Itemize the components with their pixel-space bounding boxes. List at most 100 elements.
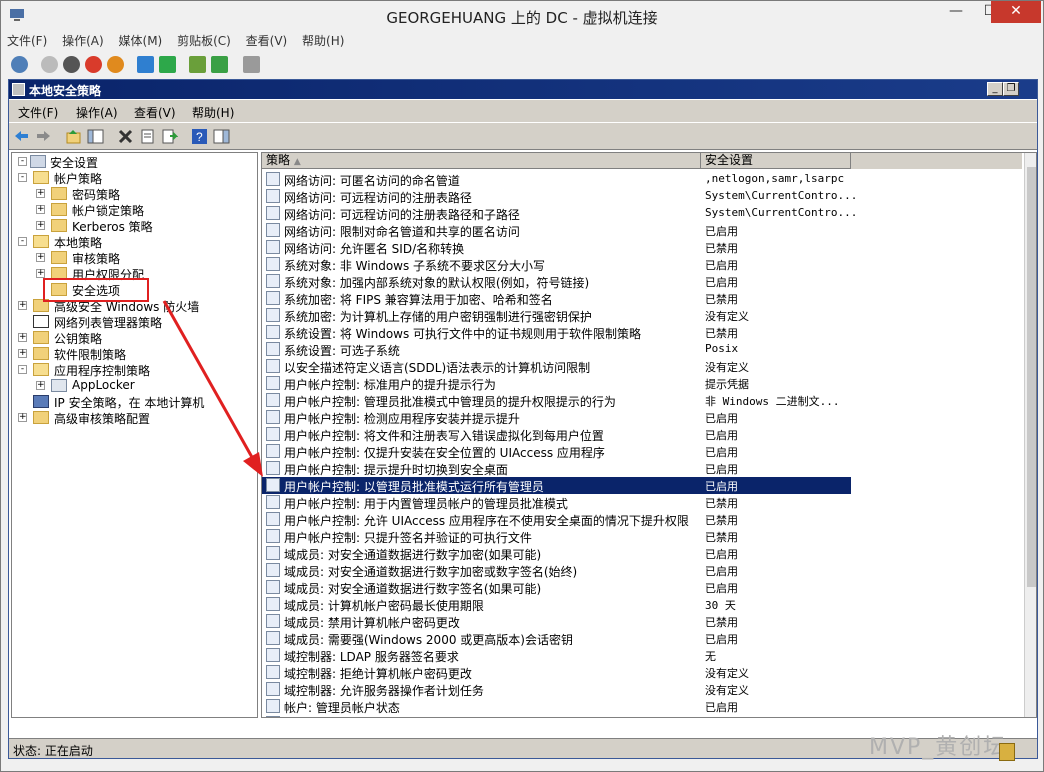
policy-row[interactable]: 网络访问: 可远程访问的注册表路径和子路径 System\CurrentContr… [262,205,857,222]
expand-icon[interactable]: + [36,269,45,278]
expand-icon[interactable]: + [36,381,45,390]
collapse-icon[interactable]: - [18,173,27,182]
policy-row[interactable]: 帐户: 管理员帐户状态 已启用 [262,698,851,715]
policy-setting-value: 已启用 [705,480,738,493]
policy-row[interactable]: 域成员: 计算机帐户密码最长使用期限 30 天 [262,596,851,613]
policy-row[interactable]: 域成员: 禁用计算机帐户密码更改 已禁用 [262,613,851,630]
vm-window: GEORGEHUANG 上的 DC - 虚拟机连接 — ☐ ✕ 文件(F) 操作… [0,0,1044,772]
policy-row[interactable]: 域成员: 对安全通道数据进行数字加密(如果可能) 已启用 [262,545,851,562]
expand-icon[interactable]: + [36,253,45,262]
revert-icon[interactable] [211,56,228,73]
policy-row[interactable]: 系统对象: 加强内部系统对象的默认权限(例如，符号链接) 已启用 [262,273,851,290]
reset-icon[interactable] [107,56,124,73]
expand-icon[interactable]: + [36,189,45,198]
show-hide-action-pane-icon[interactable] [213,128,230,145]
properties-icon[interactable] [139,128,156,145]
expand-icon[interactable]: + [18,413,27,422]
policy-row[interactable]: 以安全描述符定义语言(SDDL)语法表示的计算机访问限制 没有定义 [262,358,851,375]
vm-menu-view[interactable]: 查看(V) [246,32,288,49]
column-header-setting[interactable]: 安全设置 [701,153,851,169]
policy-row[interactable]: 网络访问: 允许匿名 SID/名称转换 已禁用 [262,239,851,256]
policy-setting-value: 已启用 [705,429,738,442]
ctrl-alt-del-icon[interactable] [11,56,28,73]
expand-icon[interactable]: + [18,333,27,342]
enhanced-session-icon[interactable] [243,56,260,73]
vm-menu-file[interactable]: 文件(F) [7,32,47,49]
policy-row[interactable]: 域成员: 对安全通道数据进行数字签名(如果可能) 已启用 [262,579,851,596]
vm-menu-media[interactable]: 媒体(M) [119,32,163,49]
policy-setting-value: 已启用 [705,259,738,272]
show-hide-tree-icon[interactable] [87,128,104,145]
policy-row[interactable]: 系统对象: 非 Windows 子系统不要求区分大小写 已启用 [262,256,851,273]
policy-row[interactable]: 用户帐户控制: 将文件和注册表写入错误虚拟化到每用户位置 已启用 [262,426,851,443]
policy-row[interactable]: 域控制器: 拒绝计算机帐户密码更改 没有定义 [262,664,851,681]
policy-setting-value: 已启用 [705,276,738,289]
policy-row[interactable]: 用户帐户控制: 仅提升安装在安全位置的 UIAccess 应用程序 已启用 [262,443,851,460]
policy-row[interactable]: 域控制器: 允许服务器操作者计划任务 没有定义 [262,681,851,698]
forward-arrow-icon[interactable] [35,128,52,145]
policy-row[interactable]: 系统设置: 可选子系统 Posix [262,341,851,358]
policy-name: 用户帐户控制: 仅提升安装在安全位置的 UIAccess 应用程序 [284,446,605,460]
policy-row[interactable]: 用户帐户控制: 提示提升时切换到安全桌面 已启用 [262,460,851,477]
policy-row[interactable]: 系统加密: 为计算机上存储的用户密钥强制进行强密钥保护 没有定义 [262,307,851,324]
export-list-icon[interactable] [161,128,178,145]
up-one-level-icon[interactable] [65,128,82,145]
expand-icon[interactable]: + [36,205,45,214]
mmc-menu-view[interactable]: 查看(V) [134,104,176,121]
policy-row[interactable]: 域控制器: LDAP 服务器签名要求 无 [262,647,851,664]
help-icon[interactable]: ? [191,128,208,145]
collapse-icon[interactable]: - [18,237,27,246]
collapse-icon[interactable]: - [18,157,27,166]
policy-setting-value: Posix [705,342,739,355]
policy-setting-value: 无 [705,650,716,663]
policy-row[interactable]: 用户帐户控制: 允许 UIAccess 应用程序在不使用安全桌面的情况下提升权限… [262,511,851,528]
resume-icon[interactable] [159,56,176,73]
policy-row[interactable]: 网络访问: 可远程访问的注册表路径 System\CurrentContro... [262,188,857,205]
policy-row[interactable]: 用户帐户控制: 管理员批准模式中管理员的提升权限提示的行为 非 Windows 二… [262,392,851,409]
policy-setting-value: 已启用 [705,582,738,595]
scrollbar-thumb[interactable] [1027,167,1036,587]
mmc-menu-file[interactable]: 文件(F) [18,104,58,121]
expand-icon[interactable]: + [18,301,27,310]
mmc-menu-help[interactable]: 帮助(H) [192,104,234,121]
policy-setting-icon [266,597,280,611]
policy-row[interactable]: 网络访问: 可匿名访问的命名管道 ,netlogon,samr,lsarpc [262,171,851,188]
policy-row[interactable]: 用户帐户控制: 标准用户的提升提示行为 提示凭据 [262,375,851,392]
policy-row[interactable]: 系统设置: 将 Windows 可执行文件中的证书规则用于软件限制策略 已禁用 [262,324,851,341]
vm-menu-help[interactable]: 帮助(H) [302,32,344,49]
close-button[interactable]: ✕ [991,1,1041,23]
vm-menu-clipboard[interactable]: 剪贴板(C) [177,32,231,49]
expand-icon[interactable]: + [18,349,27,358]
policy-row[interactable]: 用户帐户控制: 以管理员批准模式运行所有管理员 已启用 [262,477,851,494]
vertical-scrollbar[interactable] [1024,153,1036,717]
start-icon[interactable] [41,56,58,73]
column-header-policy[interactable]: 策略 ▲ [262,153,701,169]
policy-row[interactable]: 域成员: 对安全通道数据进行数字加密或数字签名(始终) 已启用 [262,562,851,579]
turn-off-icon[interactable] [63,56,80,73]
expand-icon[interactable]: + [36,221,45,230]
svg-text:?: ? [196,130,203,144]
mmc-restore-button[interactable]: ❐ [1003,82,1019,96]
policy-row[interactable]: 用户帐户控制: 检测应用程序安装并提示提升 已启用 [262,409,851,426]
policy-row[interactable]: 系统加密: 将 FIPS 兼容算法用于加密、哈希和签名 已禁用 [262,290,851,307]
checkpoint-icon[interactable] [189,56,206,73]
delete-icon[interactable] [117,128,134,145]
minimize-button[interactable]: — [939,1,973,23]
mmc-minimize-button[interactable]: _ [987,82,1003,96]
pause-icon[interactable] [137,56,154,73]
collapse-icon[interactable]: - [18,365,27,374]
mmc-titlebar[interactable]: 本地安全策略 _ ❐ [9,80,1037,99]
mmc-menu-action[interactable]: 操作(A) [76,104,118,121]
policy-row[interactable]: 用户帐户控制: 只提升签名并验证的可执行文件 已禁用 [262,528,851,545]
policy-name: 系统加密: 将 FIPS 兼容算法用于加密、哈希和签名 [284,293,553,307]
shutdown-icon[interactable] [85,56,102,73]
policy-row[interactable]: 帐户: 来宾帐户状态 已禁用 [262,715,851,717]
policy-row[interactable]: 用户帐户控制: 用于内置管理员帐户的管理员批准模式 已禁用 [262,494,851,511]
policy-setting-value: 已禁用 [705,327,738,340]
back-arrow-icon[interactable] [13,128,30,145]
vm-titlebar[interactable]: GEORGEHUANG 上的 DC - 虚拟机连接 — ☐ ✕ [1,1,1043,31]
policy-name: 网络访问: 允许匿名 SID/名称转换 [284,242,465,256]
policy-row[interactable]: 网络访问: 限制对命名管道和共享的匿名访问 已启用 [262,222,851,239]
policy-row[interactable]: 域成员: 需要强(Windows 2000 或更高版本)会话密钥 已启用 [262,630,851,647]
vm-menu-action[interactable]: 操作(A) [62,32,104,49]
